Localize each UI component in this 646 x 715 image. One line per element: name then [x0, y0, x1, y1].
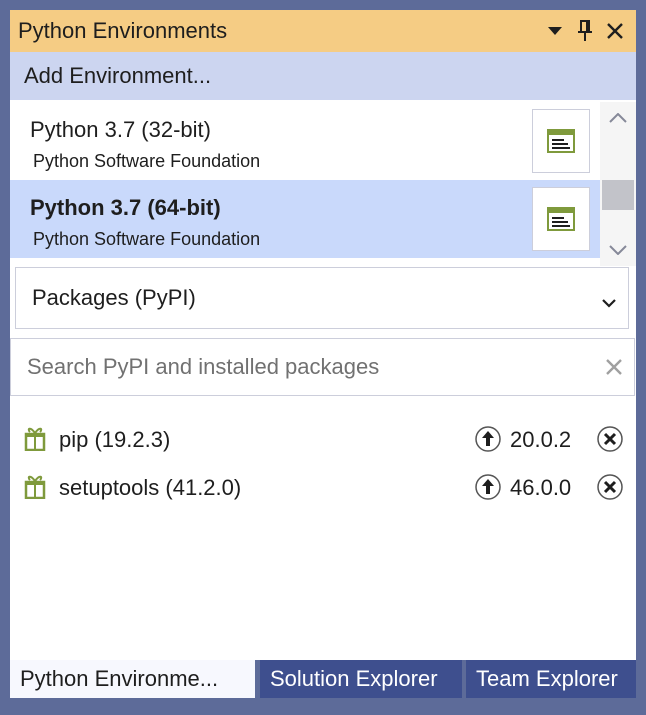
environment-list-scrollbar[interactable]	[600, 102, 636, 266]
environment-name: Python 3.7 (32-bit)	[30, 117, 211, 142]
interactive-window-icon	[547, 129, 575, 153]
tab-solution-explorer[interactable]: Solution Explorer	[260, 660, 462, 698]
package-latest-version: 46.0.0	[510, 475, 572, 500]
package-search-input[interactable]	[11, 353, 594, 381]
tool-window-tabs: Python Environme... Solution Explorer Te…	[10, 660, 636, 700]
open-interactive-window-button[interactable]	[532, 187, 590, 251]
package-row: setuptools (41.2.0) 46.0.0	[10, 467, 636, 507]
package-source-value: Packages (PyPI)	[32, 285, 196, 310]
title-bar: Python Environments	[10, 10, 636, 52]
environment-list: Python 3.7 (32-bit) Python Software Foun…	[10, 102, 636, 266]
package-name: pip (19.2.3)	[59, 427, 171, 452]
close-icon[interactable]	[600, 16, 630, 46]
open-interactive-window-button[interactable]	[532, 109, 590, 173]
package-source-dropdown[interactable]: Packages (PyPI)	[15, 267, 629, 329]
package-icon	[24, 475, 46, 499]
package-latest-version: 20.0.2	[510, 427, 572, 452]
uninstall-icon[interactable]	[596, 425, 624, 453]
interactive-window-icon	[547, 207, 575, 231]
environment-vendor: Python Software Foundation	[33, 151, 261, 171]
scroll-down-arrow-icon[interactable]	[600, 236, 636, 264]
tab-team-explorer[interactable]: Team Explorer	[466, 660, 636, 698]
scrollbar-thumb[interactable]	[602, 180, 634, 210]
pin-icon[interactable]	[570, 16, 600, 46]
package-icon	[24, 427, 46, 451]
package-name: setuptools (41.2.0)	[59, 475, 242, 500]
clear-search-icon[interactable]	[594, 358, 634, 376]
package-row: pip (19.2.3) 20.0.2	[10, 419, 636, 459]
environment-item-64bit[interactable]: Python 3.7 (64-bit) Python Software Foun…	[10, 180, 600, 258]
triangle-down-icon[interactable]	[540, 16, 570, 46]
scroll-up-arrow-icon[interactable]	[600, 104, 636, 132]
add-environment-button[interactable]: Add Environment...	[10, 52, 636, 100]
window-title: Python Environments	[18, 18, 228, 43]
environment-name: Python 3.7 (64-bit)	[30, 195, 221, 220]
uninstall-icon[interactable]	[596, 473, 624, 501]
environment-vendor: Python Software Foundation	[33, 229, 261, 249]
chevron-down-icon	[602, 288, 616, 314]
tab-label: Solution Explorer	[270, 666, 438, 691]
tab-python-environments[interactable]: Python Environme...	[10, 660, 255, 698]
tab-label: Team Explorer	[476, 666, 618, 691]
tab-label: Python Environme...	[20, 666, 219, 691]
environment-item-32bit[interactable]: Python 3.7 (32-bit) Python Software Foun…	[10, 102, 600, 180]
upgrade-arrow-icon[interactable]	[474, 425, 502, 453]
add-environment-label: Add Environment...	[24, 63, 212, 88]
package-search-box	[10, 338, 635, 396]
upgrade-arrow-icon[interactable]	[474, 473, 502, 501]
python-environments-panel: Python Environments Add Environment... P…	[10, 10, 636, 660]
